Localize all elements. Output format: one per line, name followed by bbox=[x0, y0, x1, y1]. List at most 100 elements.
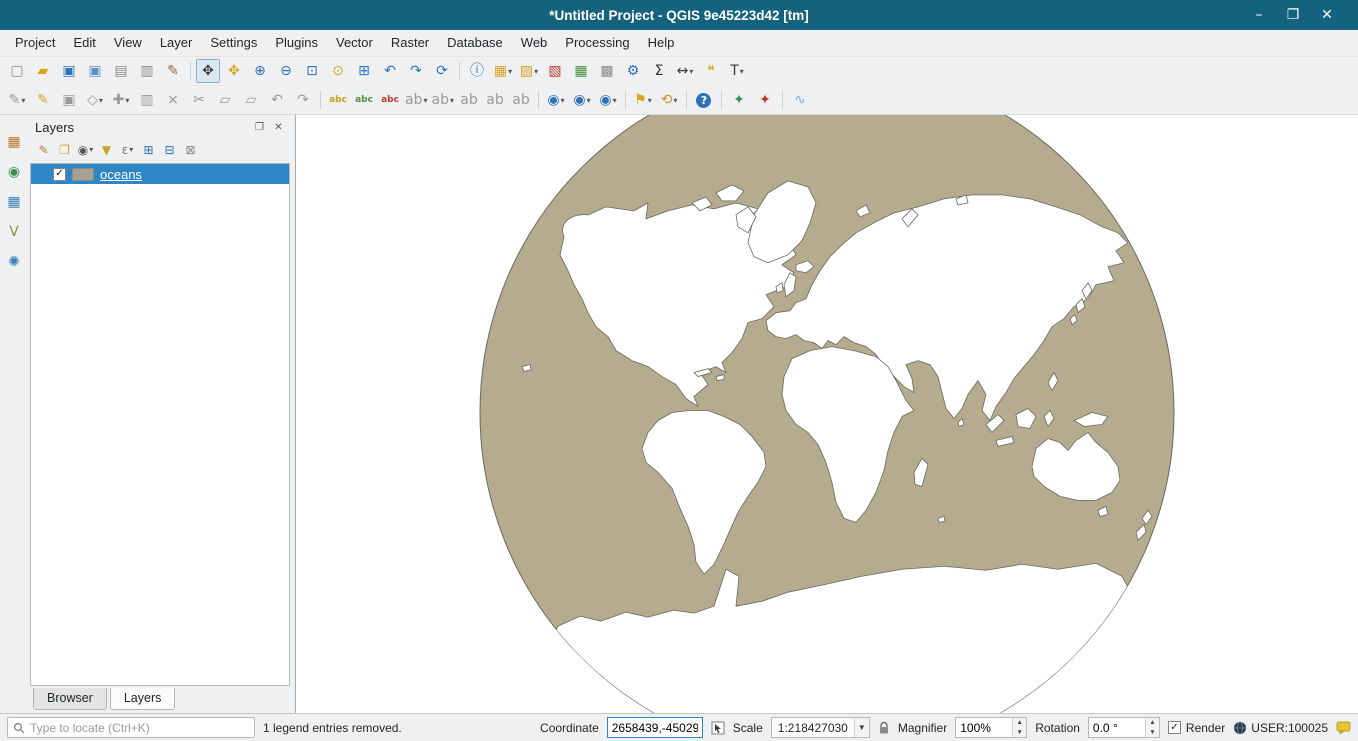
map-tips-button[interactable]: ❝ bbox=[699, 59, 723, 83]
open-layer-styling-button[interactable]: ✎ bbox=[33, 139, 54, 160]
magnifier-spinbox[interactable]: ▲▼ bbox=[955, 717, 1027, 738]
text-annotation-button[interactable]: T▾ bbox=[725, 59, 749, 83]
new-project-button[interactable]: ▢ bbox=[5, 59, 29, 83]
zoom-next-button[interactable]: ↷ bbox=[404, 59, 428, 83]
show-bookmarks-dropdown-icon[interactable]: ▾ bbox=[673, 96, 677, 105]
expand-all-button[interactable]: ⊞ bbox=[138, 139, 159, 160]
zoom-last-button[interactable]: ↶ bbox=[378, 59, 402, 83]
identify-tool-b-button[interactable]: ◉▾ bbox=[570, 88, 594, 112]
close-button[interactable]: ✕ bbox=[1316, 4, 1338, 26]
coordinate-input[interactable] bbox=[607, 717, 703, 738]
menu-layer[interactable]: Layer bbox=[151, 30, 202, 56]
grass-tools-button[interactable]: ✦ bbox=[753, 88, 777, 112]
show-bookmarks-button[interactable]: ⟲▾ bbox=[657, 88, 681, 112]
map-canvas[interactable] bbox=[296, 115, 1358, 713]
zoom-full-button[interactable]: ⊡ bbox=[300, 59, 324, 83]
manage-map-themes-dropdown-icon[interactable]: ▾ bbox=[89, 145, 93, 154]
layers-panel-header[interactable]: Layers ❐✕ bbox=[28, 115, 292, 137]
data-source-manager-button[interactable]: ▦ bbox=[2, 130, 26, 154]
layer-diagram-button[interactable]: abc bbox=[352, 88, 376, 112]
magnifier-input[interactable] bbox=[956, 718, 1012, 737]
tab-layers[interactable]: Layers bbox=[110, 688, 176, 710]
toggle-editing-button[interactable]: ✎ bbox=[31, 88, 55, 112]
select-features-button[interactable]: ▦▾ bbox=[491, 59, 515, 83]
menu-view[interactable]: View bbox=[105, 30, 151, 56]
layer-visibility-checkbox[interactable]: ✓ bbox=[53, 168, 66, 181]
save-project-button[interactable]: ▣ bbox=[57, 59, 81, 83]
current-edits-dropdown-icon[interactable]: ▾ bbox=[21, 96, 25, 105]
undo-edit-button[interactable]: ↶ bbox=[265, 88, 289, 112]
render-toggle[interactable]: ✓ Render bbox=[1168, 721, 1225, 735]
messages-icon[interactable] bbox=[1336, 721, 1351, 735]
paste-features-button[interactable]: ▱ bbox=[239, 88, 263, 112]
menu-web[interactable]: Web bbox=[512, 30, 557, 56]
new-shapefile-layer-button[interactable]: V bbox=[2, 220, 26, 244]
menu-database[interactable]: Database bbox=[438, 30, 512, 56]
spin-down-icon[interactable]: ▼ bbox=[1146, 728, 1159, 738]
metasearch-button[interactable]: ✺ bbox=[2, 250, 26, 274]
pan-to-selection-button[interactable]: ✥ bbox=[222, 59, 246, 83]
vertex-tool-dropdown-icon[interactable]: ▾ bbox=[125, 96, 129, 105]
menu-settings[interactable]: Settings bbox=[201, 30, 266, 56]
magnifier-spin-buttons[interactable]: ▲▼ bbox=[1012, 718, 1026, 737]
identify-tool-c-button[interactable]: ◉▾ bbox=[596, 88, 620, 112]
show-hide-labels-dropdown-icon[interactable]: ▾ bbox=[450, 96, 454, 105]
deselect-features-button[interactable]: ▨▾ bbox=[517, 59, 541, 83]
menu-vector[interactable]: Vector bbox=[327, 30, 382, 56]
collapse-all-button[interactable]: ⊟ bbox=[159, 139, 180, 160]
identify-tool-b-dropdown-icon[interactable]: ▾ bbox=[587, 96, 591, 105]
zoom-in-button[interactable]: ⊕ bbox=[248, 59, 272, 83]
add-vector-layer-button[interactable]: ◉ bbox=[2, 160, 26, 184]
layer-row-oceans[interactable]: ✓ oceans bbox=[31, 164, 289, 184]
digitize-segment-dropdown-icon[interactable]: ▾ bbox=[99, 96, 103, 105]
scale-dropdown-icon[interactable]: ▼ bbox=[854, 718, 869, 737]
identify-tool-c-dropdown-icon[interactable]: ▾ bbox=[613, 96, 617, 105]
style-manager-button[interactable]: ✎ bbox=[161, 59, 185, 83]
processing-toolbox-button[interactable]: ⚙ bbox=[621, 59, 645, 83]
rotation-spin-buttons[interactable]: ▲▼ bbox=[1145, 718, 1159, 737]
spin-up-icon[interactable]: ▲ bbox=[1146, 718, 1159, 728]
menu-processing[interactable]: Processing bbox=[556, 30, 638, 56]
scale-combobox[interactable]: 1:218427030 ▼ bbox=[771, 717, 870, 738]
cut-features-button[interactable]: ✂ bbox=[187, 88, 211, 112]
rotation-input[interactable] bbox=[1089, 718, 1145, 737]
change-label-button[interactable]: ab bbox=[509, 88, 533, 112]
close-panel-button[interactable]: ✕ bbox=[270, 120, 287, 136]
spin-up-icon[interactable]: ▲ bbox=[1013, 718, 1026, 728]
open-field-calculator-button[interactable]: ▩ bbox=[595, 59, 619, 83]
menu-plugins[interactable]: Plugins bbox=[266, 30, 327, 56]
digitize-segment-button[interactable]: ◇▾ bbox=[83, 88, 107, 112]
save-project-as-button[interactable]: ▣ bbox=[83, 59, 107, 83]
identify-tool-a-dropdown-icon[interactable]: ▾ bbox=[561, 96, 565, 105]
copy-features-button[interactable]: ▱ bbox=[213, 88, 237, 112]
vertex-tool-button[interactable]: ✚▾ bbox=[109, 88, 133, 112]
spin-down-icon[interactable]: ▼ bbox=[1013, 728, 1026, 738]
filter-by-expression-button[interactable]: ε▾ bbox=[117, 139, 138, 160]
move-label-button[interactable]: ab bbox=[457, 88, 481, 112]
locate-box[interactable] bbox=[7, 717, 255, 738]
maximize-button[interactable]: ❐ bbox=[1282, 4, 1304, 26]
rotate-label-button[interactable]: ab bbox=[483, 88, 507, 112]
zoom-to-layer-button[interactable]: ⊞ bbox=[352, 59, 376, 83]
modify-attributes-button[interactable]: ▥ bbox=[135, 88, 159, 112]
toggle-extents-icon[interactable] bbox=[711, 721, 725, 735]
filter-by-expression-dropdown-icon[interactable]: ▾ bbox=[129, 145, 133, 154]
zoom-to-selection-button[interactable]: ⊙ bbox=[326, 59, 350, 83]
identify-features-button[interactable]: ⓘ bbox=[465, 59, 489, 83]
statistical-summary-button[interactable]: Σ bbox=[647, 59, 671, 83]
select-features-dropdown-icon[interactable]: ▾ bbox=[508, 67, 512, 76]
open-attribute-table-button[interactable]: ▦ bbox=[569, 59, 593, 83]
manage-map-themes-button[interactable]: ◉▾ bbox=[75, 139, 96, 160]
new-bookmark-button[interactable]: ⚑▾ bbox=[631, 88, 655, 112]
locate-input[interactable] bbox=[30, 721, 249, 735]
deselect-features-dropdown-icon[interactable]: ▾ bbox=[534, 67, 538, 76]
pan-map-button[interactable]: ✥ bbox=[196, 59, 220, 83]
python-console-button[interactable]: ✦ bbox=[727, 88, 751, 112]
show-hide-labels-button[interactable]: ab▾ bbox=[430, 88, 454, 112]
identify-tool-a-button[interactable]: ◉▾ bbox=[544, 88, 568, 112]
refresh-map-button[interactable]: ⟳ bbox=[430, 59, 454, 83]
current-edits-button[interactable]: ✎▾ bbox=[5, 88, 29, 112]
add-group-button[interactable]: ❐ bbox=[54, 139, 75, 160]
text-annotation-dropdown-icon[interactable]: ▾ bbox=[740, 67, 744, 76]
new-print-layout-button[interactable]: ▤ bbox=[109, 59, 133, 83]
